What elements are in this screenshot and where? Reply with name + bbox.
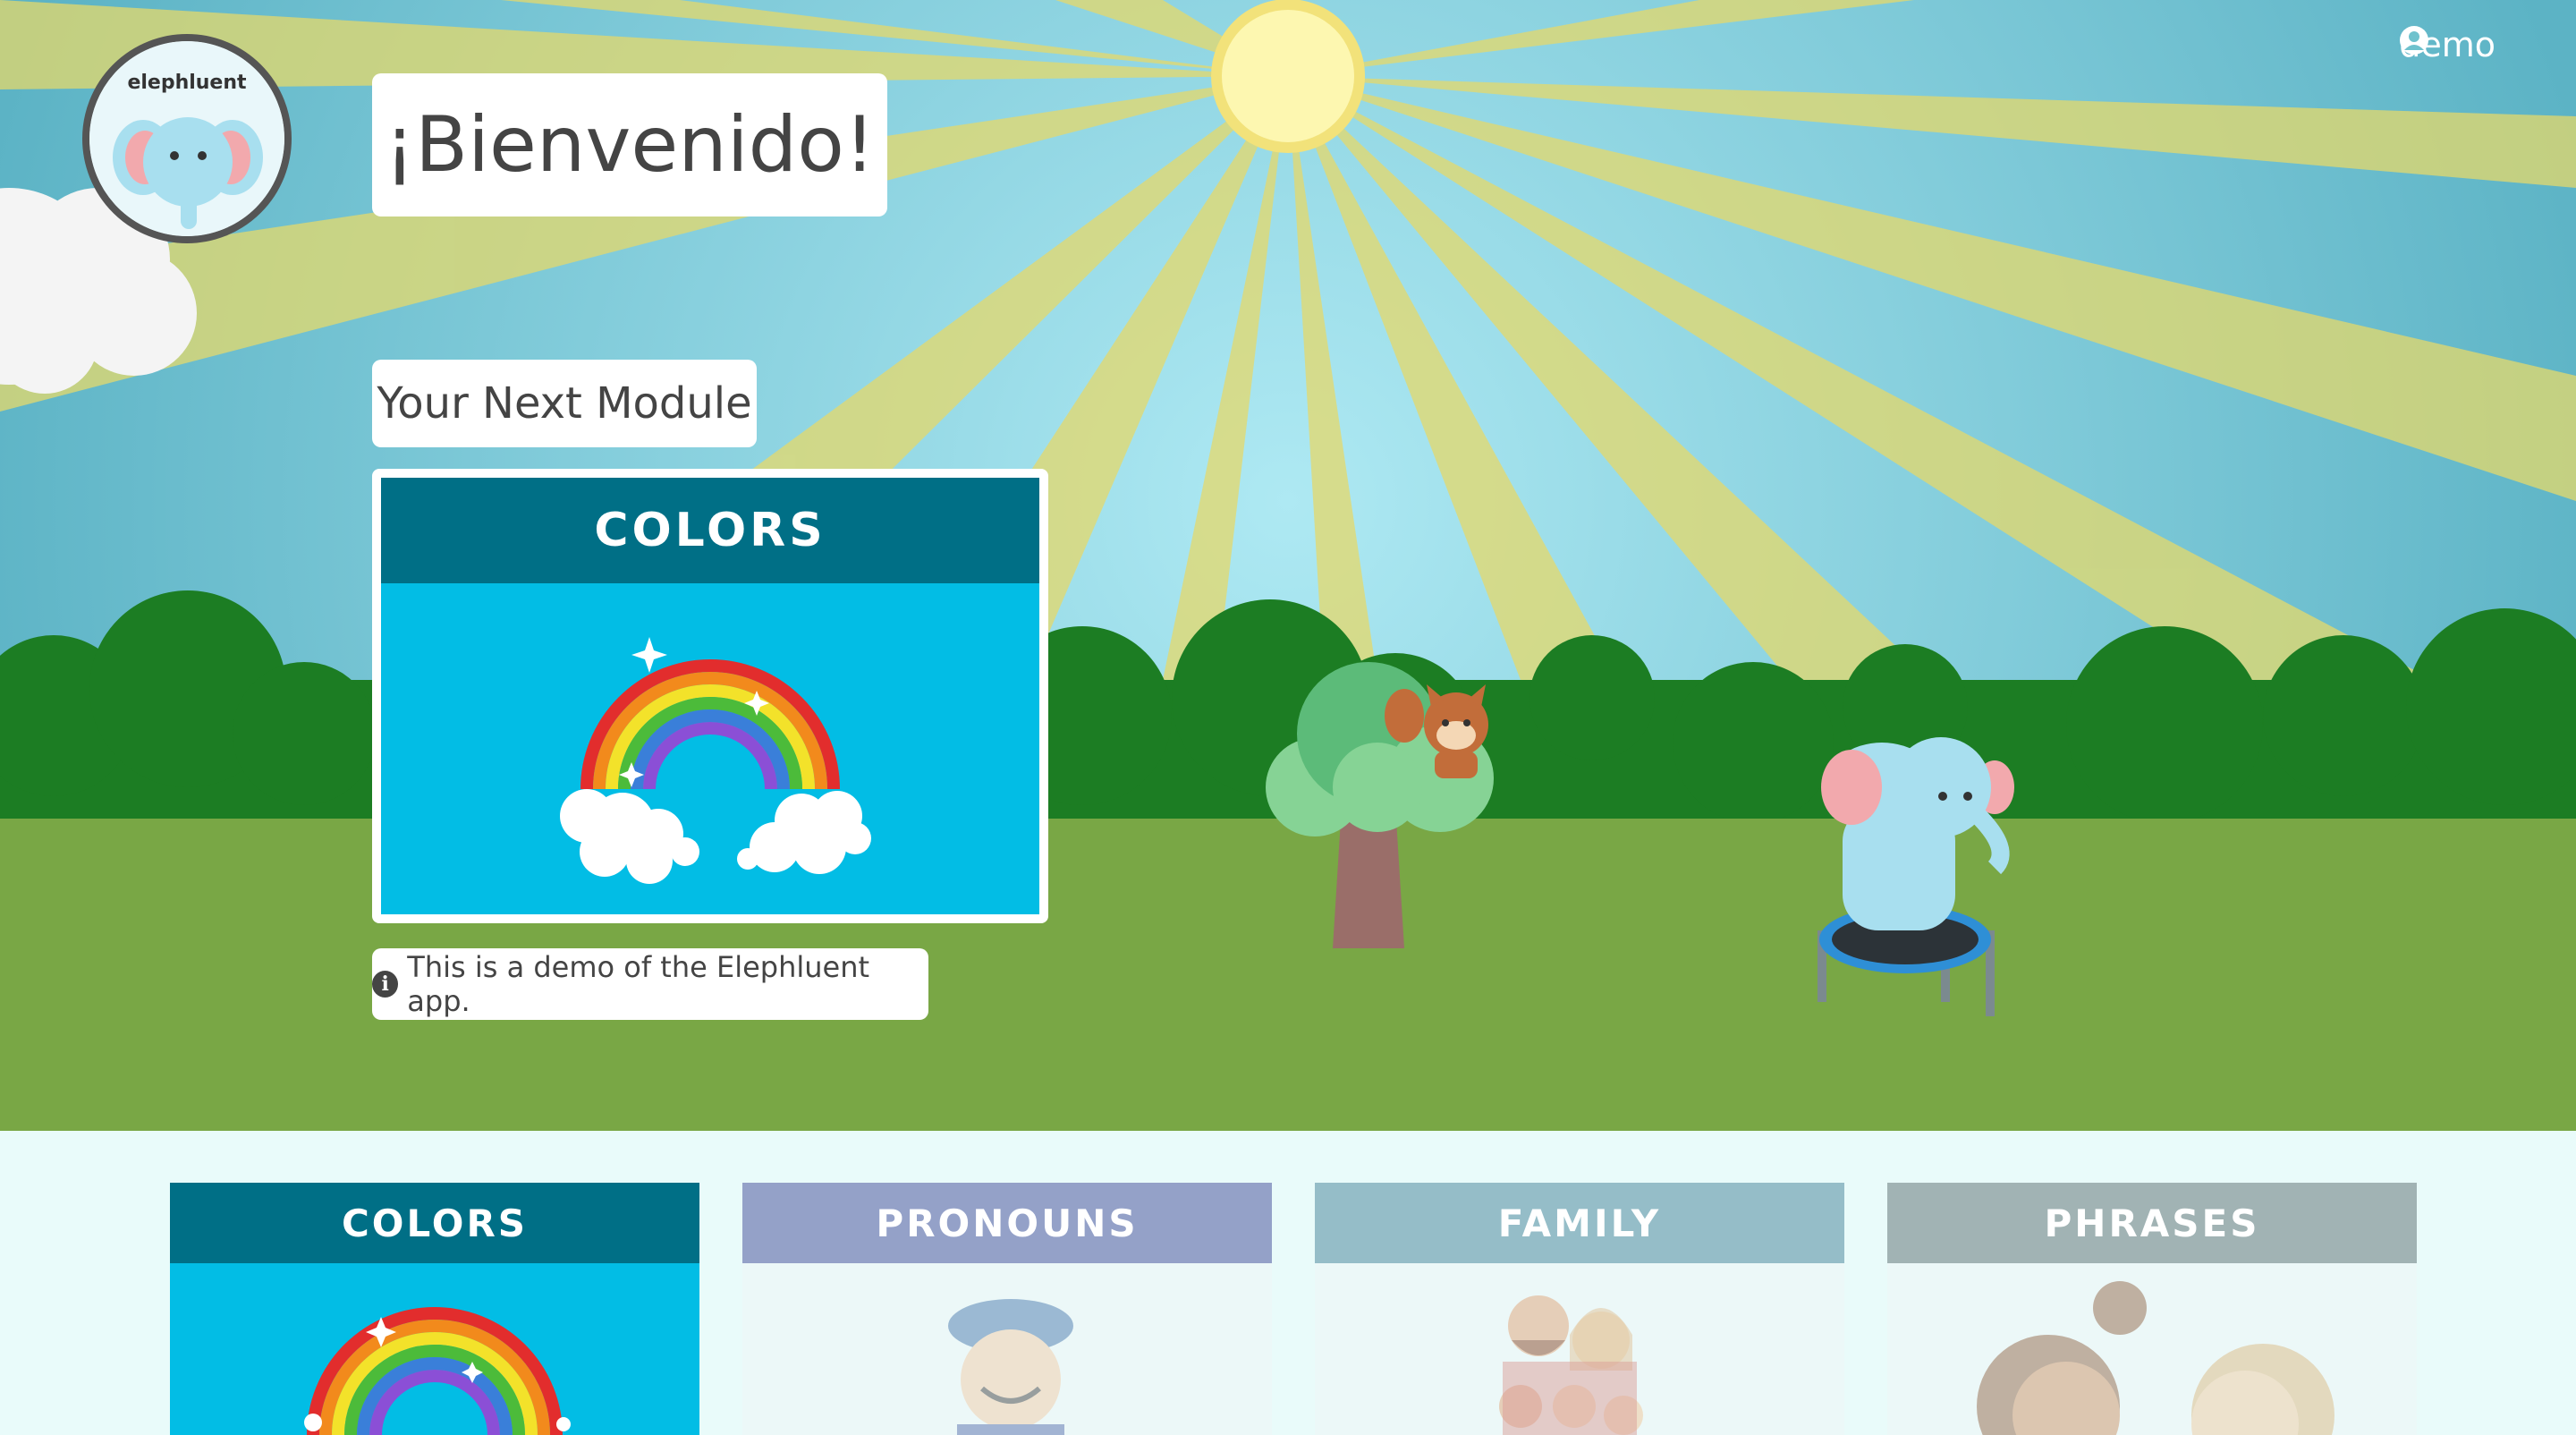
module-title: PHRASES xyxy=(1887,1183,2417,1263)
elephant-logo-icon xyxy=(89,41,284,236)
rainbow-illustration xyxy=(381,583,1039,914)
demo-notice-text: This is a demo of the Elephluent app. xyxy=(407,950,870,1018)
module-illustration xyxy=(742,1263,1272,1435)
module-title: COLORS xyxy=(170,1183,699,1263)
elephluent-logo[interactable]: elephluent xyxy=(82,34,292,243)
module-card-family[interactable]: FAMILY xyxy=(1315,1183,1844,1435)
module-title: FAMILY xyxy=(1315,1183,1844,1263)
next-module-title: COLORS xyxy=(381,478,1039,583)
module-card-pronouns[interactable]: PRONOUNS xyxy=(742,1183,1272,1435)
demo-notice: i This is a demo of the Elephluent app. xyxy=(372,948,928,1020)
user-circle-icon xyxy=(2400,26,2429,55)
module-illustration xyxy=(1887,1263,2417,1435)
module-illustration xyxy=(1315,1263,1844,1435)
next-module-card[interactable]: COLORS xyxy=(372,469,1048,923)
module-title: PRONOUNS xyxy=(742,1183,1272,1263)
info-icon: i xyxy=(372,971,399,998)
page-title: ¡Bienvenido! xyxy=(372,73,887,217)
module-card-colors[interactable]: COLORS xyxy=(170,1183,699,1435)
brand-name: elephluent xyxy=(127,72,247,94)
module-illustration xyxy=(170,1263,699,1435)
next-module-label: Your Next Module xyxy=(372,360,757,447)
module-card-phrases[interactable]: PHRASES xyxy=(1887,1183,2417,1435)
sun xyxy=(1211,0,1365,153)
hero-scene: elephluent ¡Bienvenido! Your Next Module… xyxy=(0,0,2576,1131)
user-menu[interactable]: demo xyxy=(2399,25,2496,64)
